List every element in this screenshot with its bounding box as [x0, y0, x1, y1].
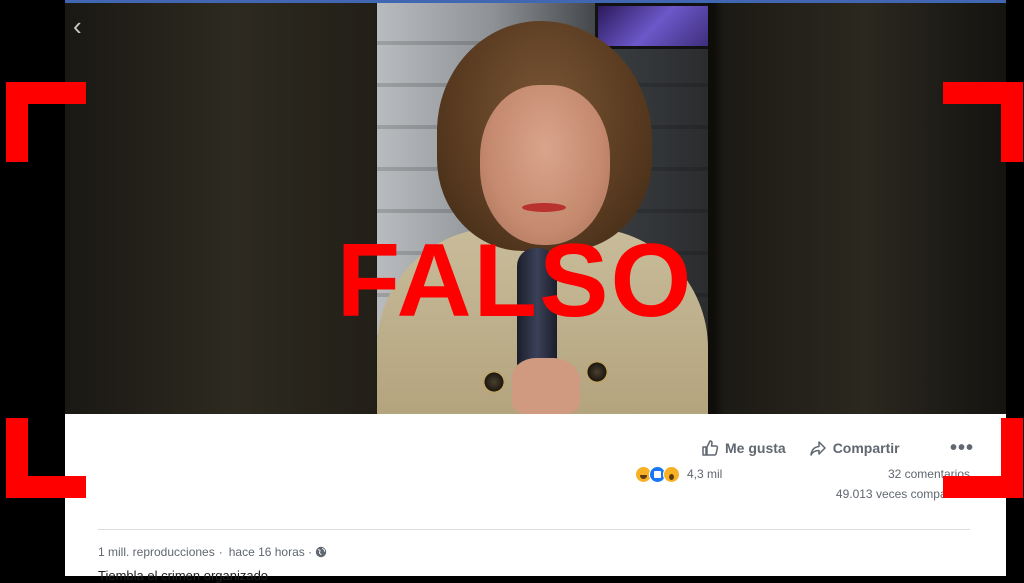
falso-stamp: FALSO — [336, 223, 694, 339]
share-arrow-icon — [809, 441, 826, 456]
divider — [98, 529, 970, 530]
back-chevron-icon[interactable]: ‹ — [73, 13, 93, 39]
views-count: 1 mill. reproducciones — [98, 545, 215, 559]
share-label: Compartir — [832, 440, 900, 456]
face — [480, 85, 610, 245]
reaction-count: 4,3 mil — [687, 467, 723, 481]
reactions-summary[interactable]: 4,3 mil — [635, 465, 722, 483]
post-meta: 1 mill. reproducciones · hace 16 horas · — [98, 545, 327, 559]
corner-bracket-top-left — [6, 82, 86, 162]
post-time[interactable]: hace 16 horas — [229, 545, 305, 559]
coat-button — [586, 361, 608, 383]
like-button[interactable]: Me gusta — [701, 439, 786, 457]
video-player[interactable]: ‹ — [65, 3, 1006, 414]
hand — [512, 358, 580, 414]
coat-button — [483, 371, 505, 393]
share-button[interactable]: Compartir — [809, 439, 900, 457]
globe-icon — [316, 546, 327, 558]
meta-separator: · — [218, 545, 223, 559]
lips — [522, 203, 566, 212]
thumbs-up-icon — [702, 440, 719, 456]
corner-bracket-top-right — [943, 82, 1023, 162]
like-label: Me gusta — [725, 440, 786, 456]
video-frame — [377, 3, 708, 414]
wow-icon — [663, 465, 680, 483]
corner-bracket-bottom-left — [6, 418, 86, 498]
post-actions: Me gusta Compartir — [701, 437, 900, 459]
sep-space: · — [304, 545, 316, 559]
corner-bracket-bottom-right — [943, 418, 1023, 498]
background-monitor — [595, 3, 708, 49]
